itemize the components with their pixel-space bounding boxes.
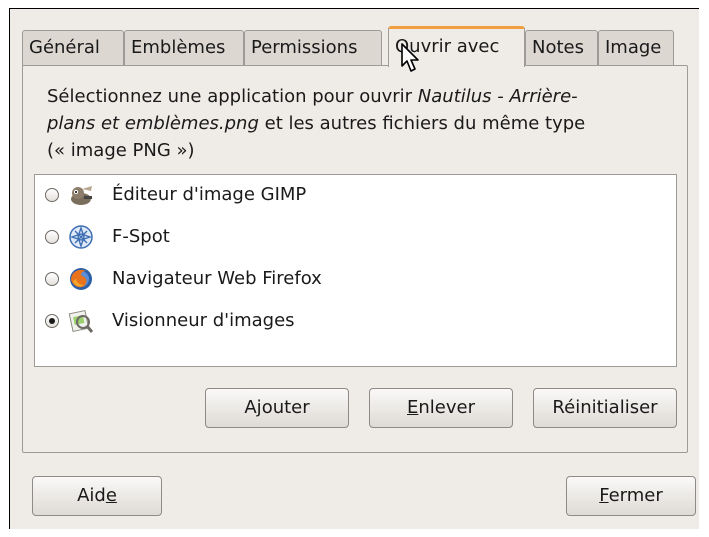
app-row-gimp[interactable]: Éditeur d'image GIMP [35, 176, 676, 214]
app-radio-image-viewer[interactable] [45, 314, 59, 328]
tab-general[interactable]: Général [22, 30, 124, 66]
remove-button[interactable]: Enlever [369, 388, 513, 428]
open-with-panel: Sélectionnez une application pour ouvrir… [22, 65, 688, 453]
app-row-firefox[interactable]: Navigateur Web Firefox [35, 260, 676, 298]
app-label-gimp: Éditeur d'image GIMP [112, 184, 307, 205]
help-button[interactable]: Aide [32, 476, 162, 516]
app-label-firefox: Navigateur Web Firefox [112, 268, 322, 289]
add-button-label-start: A [244, 397, 257, 418]
tab-notes[interactable]: Notes [525, 30, 598, 66]
help-button-label-start: Aid [77, 485, 106, 506]
mouse-pointer-icon [401, 43, 419, 72]
reset-button[interactable]: Réinitialiser [533, 388, 677, 428]
close-button-mnemonic: F [599, 485, 609, 506]
add-button[interactable]: Ajouter [205, 388, 349, 428]
app-row-image-viewer[interactable]: Visionneur d'images [35, 302, 676, 340]
tab-permissions[interactable]: Permissions [244, 30, 382, 66]
close-button-label-end: ermer [608, 485, 663, 506]
app-radio-gimp[interactable] [45, 188, 59, 202]
gimp-icon [71, 186, 92, 205]
open-with-description: Sélectionnez une application pour ouvrir… [47, 83, 587, 164]
application-list: Éditeur d'image GIMP F-Spot Navigateur W… [34, 174, 677, 367]
help-button-mnemonic: e [105, 485, 117, 506]
remove-button-mnemonic: E [407, 397, 419, 418]
firefox-icon [70, 268, 92, 290]
close-button[interactable]: Fermer [566, 476, 696, 516]
tab-emblems[interactable]: Emblèmes [124, 30, 244, 66]
app-label-f-spot: F-Spot [112, 226, 170, 247]
description-text-start: Sélectionnez une application pour ouvrir [47, 86, 418, 107]
reset-button-label: Réinitialiser [552, 397, 658, 418]
tab-image[interactable]: Image [598, 30, 674, 66]
app-radio-f-spot[interactable] [45, 230, 59, 244]
app-radio-firefox[interactable] [45, 272, 59, 286]
app-row-f-spot[interactable]: F-Spot [35, 218, 676, 256]
app-label-image-viewer: Visionneur d'images [112, 310, 295, 331]
f-spot-icon [69, 225, 93, 249]
remove-button-label-end: nlever [418, 397, 475, 418]
add-button-label-end: outer [261, 397, 310, 418]
image-viewer-icon [68, 309, 94, 333]
